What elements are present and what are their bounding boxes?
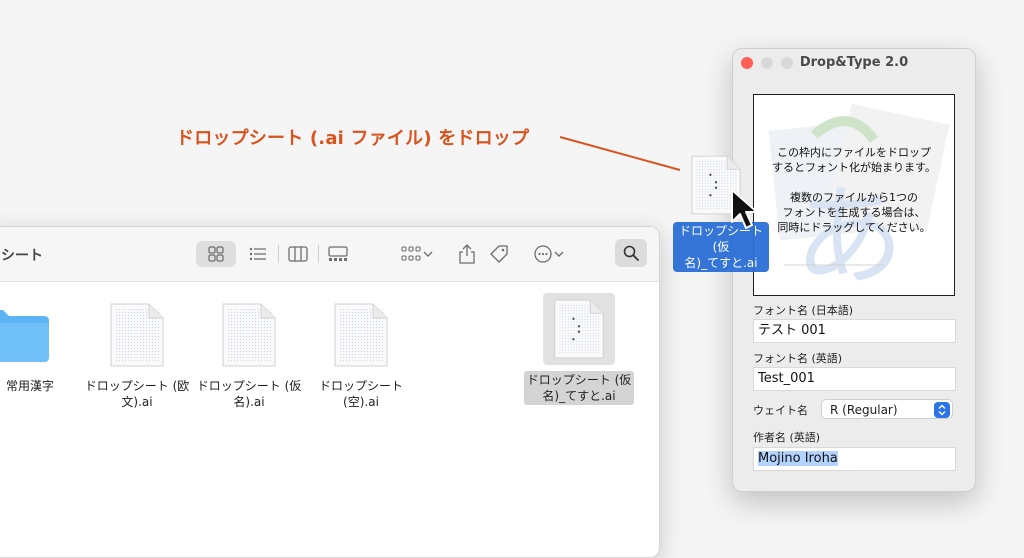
group-by-icon — [401, 246, 421, 261]
ai-document-icon — [325, 299, 397, 371]
font-name-en-label: フォント名 (英語) — [753, 352, 843, 365]
share-button[interactable] — [456, 241, 478, 267]
tag-button[interactable] — [488, 241, 510, 267]
gallery-view-icon — [328, 246, 348, 261]
chevron-down-icon — [423, 251, 433, 257]
file-item-ai-selected[interactable]: ドロップシート (仮 名)_てすと.ai — [523, 293, 635, 405]
select-arrows-icon — [934, 402, 950, 418]
search-button[interactable] — [615, 239, 647, 267]
column-view-button[interactable] — [286, 241, 310, 267]
grid-view-icon — [208, 246, 224, 262]
weight-label: ウェイト名 — [753, 404, 808, 417]
annotation-callout: ドロップシート (.ai ファイル) をドロップ — [176, 128, 530, 149]
list-view-button[interactable] — [246, 241, 270, 267]
ai-document-icon — [543, 293, 615, 365]
file-label: ドロップシート (欧 文).ai — [84, 379, 190, 409]
window-title: Drop&Type 2.0 — [799, 55, 909, 70]
file-item-ai[interactable]: ドロップシート (欧 文).ai — [81, 299, 193, 411]
file-label: ドロップシート (仮 名).ai — [196, 379, 302, 409]
finder-toolbar: シート — [0, 227, 659, 282]
file-item-ai[interactable]: ドロップシート (空).ai — [305, 299, 417, 411]
drop-zone[interactable]: あ この枠内にファイルをドロップ するとフォント化が始まります。 複数のファイル… — [753, 94, 955, 296]
finder-window-title: シート — [1, 248, 43, 264]
more-actions-icon — [534, 245, 552, 263]
font-name-jp-label: フォント名 (日本語) — [753, 304, 854, 317]
drop-zone-instructions: この枠内にファイルをドロップ するとフォント化が始まります。 複数のファイルから… — [772, 146, 936, 234]
file-label: ドロップシート (空).ai — [318, 379, 403, 409]
ai-document-icon — [213, 299, 285, 371]
tag-icon — [490, 245, 508, 263]
gallery-view-button[interactable] — [326, 241, 350, 267]
search-icon — [623, 245, 639, 261]
drop-and-type-window: Drop&Type 2.0 あ この枠内にファイルをドロップ するとフォント化が… — [732, 48, 976, 492]
more-actions-button[interactable] — [531, 241, 567, 267]
author-label: 作者名 (英語) — [753, 431, 821, 444]
list-view-icon — [249, 247, 266, 261]
window-titlebar: Drop&Type 2.0 — [733, 49, 975, 77]
grid-view-button[interactable] — [196, 241, 236, 267]
column-view-icon — [288, 246, 308, 262]
weight-select[interactable]: R (Regular) — [821, 399, 953, 419]
folder-icon — [0, 299, 51, 371]
file-label: 常用漢字 — [5, 379, 54, 393]
file-label: ドロップシート (仮 名)_てすと.ai — [523, 371, 635, 405]
font-name-jp-field[interactable]: テスト 001 — [753, 319, 956, 343]
file-item-folder[interactable]: 常用漢字 — [0, 299, 71, 395]
author-field[interactable]: Mojino Iroha — [753, 447, 956, 471]
file-item-ai[interactable]: ドロップシート (仮 名).ai — [193, 299, 305, 411]
font-name-en-field[interactable]: Test_001 — [753, 367, 956, 391]
cursor-arrow-icon — [731, 189, 758, 229]
group-by-button[interactable] — [399, 241, 435, 267]
finder-window: シート 常用漢字 ドロップシート (欧 文).ai ドロップシート (仮 名).… — [0, 226, 660, 558]
ai-document-icon — [101, 299, 173, 371]
chevron-down-icon — [554, 251, 564, 257]
share-icon — [459, 244, 475, 264]
